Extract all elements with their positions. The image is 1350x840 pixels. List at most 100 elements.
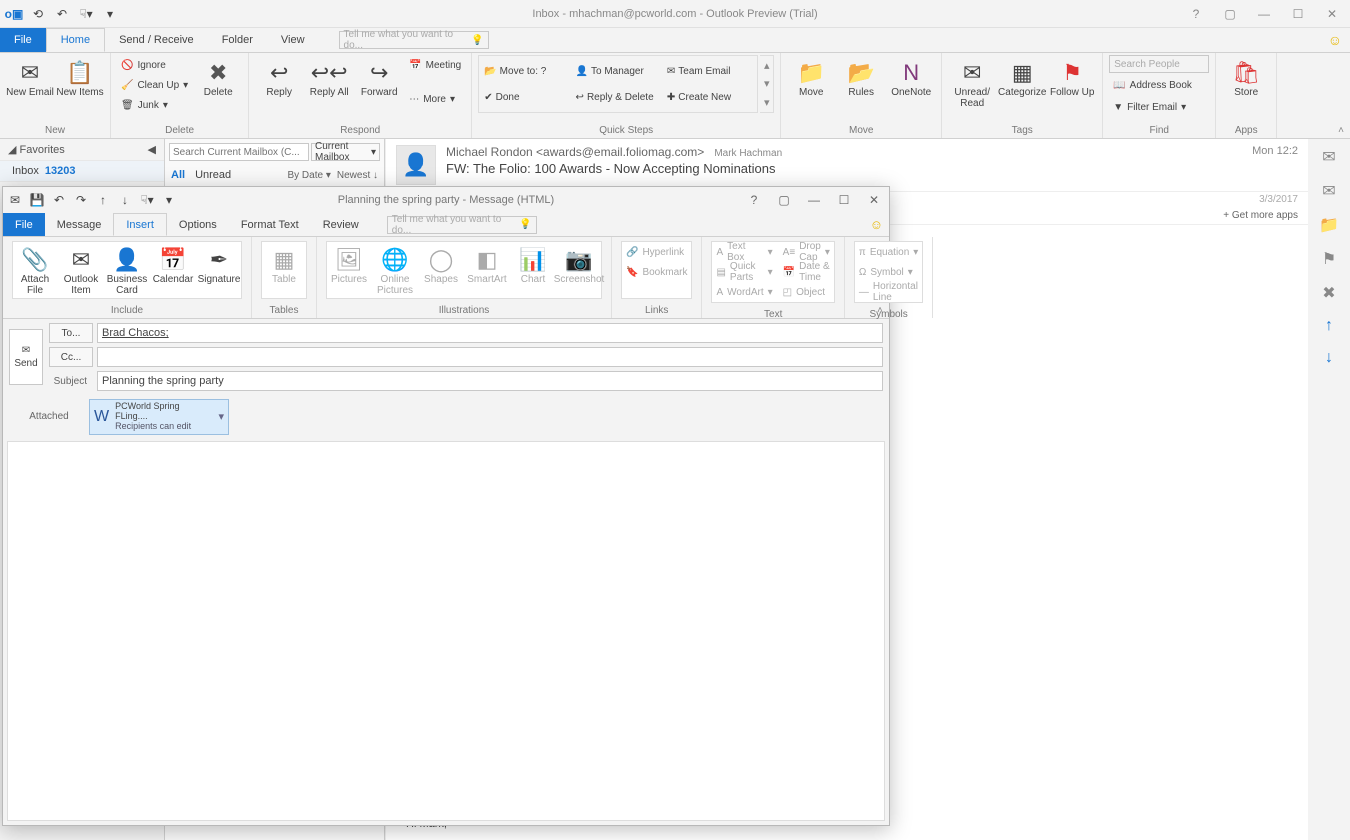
calendar-button[interactable]: 📅Calendar (151, 242, 195, 285)
cleanup-button[interactable]: 🧹Clean Up▾ (117, 75, 192, 95)
categorize-button[interactable]: ▦Categorize (998, 55, 1046, 98)
quickparts-button[interactable]: ▤Quick Parts▾ (712, 262, 776, 282)
compose-ribbon-collapse-icon[interactable]: ˄ (877, 305, 883, 316)
outlook-item-button[interactable]: ✉Outlook Item (59, 242, 103, 296)
sort-newest[interactable]: Newest ↓ (337, 170, 378, 181)
quicksteps-gallery[interactable]: 📂Move to: ? 👤To Manager ✉Team Email ✔Don… (478, 55, 758, 113)
tab-view[interactable]: View (267, 28, 319, 52)
tellme-search[interactable]: Tell me what you want to do...💡 (339, 31, 489, 49)
qat-customize-icon[interactable]: ▾ (102, 6, 118, 22)
action-down-icon[interactable]: ↓ (1325, 349, 1333, 367)
replyall-button[interactable]: ↩↩Reply All (305, 55, 353, 98)
attach-file-button[interactable]: 📎Attach File (13, 242, 57, 296)
pictures-button[interactable]: 🖼Pictures (327, 242, 371, 285)
unread-button[interactable]: ✉Unread/ Read (948, 55, 996, 109)
nav-collapse-icon[interactable]: ◀ (148, 143, 156, 156)
folder-inbox[interactable]: Inbox 13203 (0, 160, 164, 182)
rules-button[interactable]: 📂Rules (837, 55, 885, 98)
cc-button[interactable]: Cc... (49, 347, 93, 367)
maximize-icon[interactable]: ☐ (1286, 7, 1310, 21)
hline-button[interactable]: —Horizontal Line (855, 282, 922, 302)
send-button[interactable]: ✉Send (9, 329, 43, 385)
compose-tab-insert[interactable]: Insert (113, 213, 167, 236)
shapes-button[interactable]: ◯Shapes (419, 242, 463, 285)
to-field[interactable]: Brad Chacos; (97, 323, 883, 343)
qat-undo-icon[interactable]: ↶ (54, 6, 70, 22)
sort-bydate[interactable]: By Date ▾ (287, 170, 330, 181)
compose-qat-next-icon[interactable]: ↓ (117, 192, 133, 208)
qat-touch-icon[interactable]: ☟▾ (78, 6, 94, 22)
new-email-button[interactable]: ✉New Email (6, 55, 54, 98)
chart-button[interactable]: 📊Chart (511, 242, 555, 285)
compose-tab-file[interactable]: File (3, 213, 45, 236)
forward-button[interactable]: ↪Forward (355, 55, 403, 98)
compose-tab-format[interactable]: Format Text (229, 213, 311, 236)
screenshot-button[interactable]: 📷Screenshot (557, 242, 601, 285)
equation-button[interactable]: πEquation▾ (855, 242, 922, 262)
textbox-button[interactable]: AText Box▾ (712, 242, 776, 262)
qat-sendrecv-icon[interactable]: ⟲ (30, 6, 46, 22)
compose-tab-review[interactable]: Review (311, 213, 371, 236)
table-button[interactable]: ▦Table (262, 242, 306, 285)
smartart-button[interactable]: ◧SmartArt (465, 242, 509, 285)
cc-field[interactable] (97, 347, 883, 367)
compose-help-icon[interactable]: ? (743, 193, 765, 207)
online-pictures-button[interactable]: 🌐Online Pictures (373, 242, 417, 296)
qs-up-icon[interactable]: ▴ (764, 59, 770, 72)
filteremail-button[interactable]: ▼Filter Email▾ (1109, 97, 1209, 117)
attachment-chip[interactable]: W PCWorld Spring FLing.... Recipients ca… (89, 399, 229, 435)
action-up-icon[interactable]: ↑ (1325, 317, 1333, 335)
subject-field[interactable]: Planning the spring party (97, 371, 883, 391)
object-button[interactable]: ◰Object (779, 282, 834, 302)
compose-maximize-icon[interactable]: ☐ (833, 193, 855, 207)
move-button[interactable]: 📁Move (787, 55, 835, 98)
action-markunread-icon[interactable]: ✉ (1322, 147, 1335, 167)
hyperlink-button[interactable]: 🔗Hyperlink (622, 242, 691, 262)
compose-close-icon[interactable]: ✕ (863, 193, 885, 207)
compose-qat-touch-icon[interactable]: ☟▾ (139, 192, 155, 208)
attachment-dropdown-icon[interactable]: ▾ (218, 410, 224, 423)
minimize-icon[interactable]: — (1252, 7, 1276, 21)
tab-sendreceive[interactable]: Send / Receive (105, 28, 208, 52)
tab-folder[interactable]: Folder (208, 28, 267, 52)
search-people-input[interactable]: Search People (1109, 55, 1209, 73)
compose-qat-customize-icon[interactable]: ▾ (161, 192, 177, 208)
action-mail-icon[interactable]: ✉ (1322, 181, 1335, 201)
ignore-button[interactable]: 🚫Ignore (117, 55, 192, 75)
business-card-button[interactable]: 👤Business Card (105, 242, 149, 296)
dropcap-button[interactable]: A≡Drop Cap▾ (779, 242, 834, 262)
delete-button[interactable]: ✖Delete (194, 55, 242, 98)
meeting-button[interactable]: 📅Meeting (405, 55, 465, 75)
new-items-button[interactable]: 📋New Items (56, 55, 104, 98)
datetime-button[interactable]: 📅Date & Time (779, 262, 834, 282)
compose-qat-redo-icon[interactable]: ↷ (73, 192, 89, 208)
compose-riboptions-icon[interactable]: ▢ (773, 193, 795, 207)
compose-qat-save-icon[interactable]: 💾 (29, 192, 45, 208)
favorites-header[interactable]: ◢ Favorites◀ (0, 139, 164, 160)
compose-minimize-icon[interactable]: — (803, 193, 825, 207)
compose-tellme[interactable]: Tell me what you want to do...💡 (387, 216, 537, 234)
compose-qat-prev-icon[interactable]: ↑ (95, 192, 111, 208)
action-folder-icon[interactable]: 📁 (1319, 215, 1339, 235)
onenote-button[interactable]: NOneNote (887, 55, 935, 98)
tab-home[interactable]: Home (46, 28, 105, 52)
bookmark-button[interactable]: 🔖Bookmark (622, 262, 691, 282)
store-button[interactable]: 🛍Store (1222, 55, 1270, 98)
ribbon-display-icon[interactable]: ▢ (1218, 7, 1242, 21)
compose-tab-options[interactable]: Options (167, 213, 229, 236)
close-icon[interactable]: ✕ (1320, 7, 1344, 21)
wordart-button[interactable]: AWordArt▾ (712, 282, 776, 302)
followup-button[interactable]: ⚑Follow Up (1048, 55, 1096, 98)
ribbon-collapse-icon[interactable]: ˄ (1338, 125, 1344, 136)
search-mailbox-input[interactable] (169, 143, 309, 161)
compose-qat-undo-icon[interactable]: ↶ (51, 192, 67, 208)
signature-button[interactable]: ✒Signature (197, 242, 241, 285)
compose-body[interactable] (7, 441, 885, 821)
compose-feedback-smiley-icon[interactable]: ☺ (870, 217, 883, 232)
more-respond-button[interactable]: ⋯More▾ (405, 89, 465, 109)
symbol-button[interactable]: ΩSymbol▾ (855, 262, 922, 282)
addressbook-button[interactable]: 📖Address Book (1109, 75, 1209, 95)
search-scope-select[interactable]: Current Mailbox ▾ (311, 143, 380, 161)
filter-unread[interactable]: Unread (195, 169, 231, 181)
compose-tab-message[interactable]: Message (45, 213, 114, 236)
